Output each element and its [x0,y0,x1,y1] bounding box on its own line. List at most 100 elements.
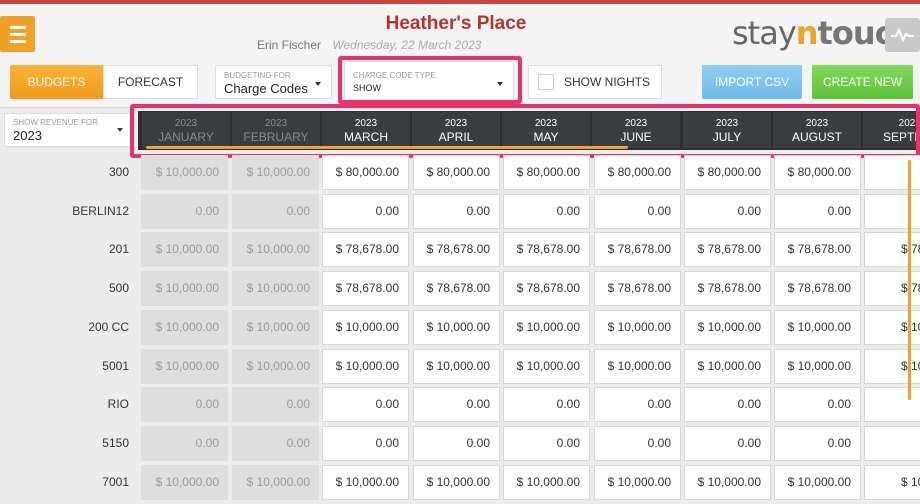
budget-input[interactable]: $ 78,678.00 [774,271,861,307]
month-header-july[interactable]: 2023 JULY [683,112,771,148]
budget-input[interactable]: $ 78,678.00 [322,232,409,268]
budget-input[interactable]: $ 78,678.00 [413,271,500,307]
budget-input[interactable]: 0.00 [774,193,861,229]
budget-input[interactable]: $ 78,678.00 [594,232,681,268]
create-new-button[interactable]: CREATE NEW [812,65,913,99]
budget-input[interactable]: $ 10,000.00 [322,309,409,345]
budget-cell-readonly: $ 10,000.00 [141,464,228,500]
budget-input[interactable]: $ 10,000.00 [684,348,771,384]
month-year: 2023 [444,118,468,129]
month-header-april[interactable]: 2023 APRIL [412,112,500,148]
budget-input[interactable]: $ 78,67 [864,232,920,268]
budget-input[interactable]: 0.00 [503,387,590,423]
month-header-february[interactable]: 2023 FEBRUARY [232,112,320,148]
budget-input[interactable] [864,425,920,461]
budget-input[interactable]: 0.00 [774,425,861,461]
month-header-septen[interactable]: 202SEPTEN [863,112,920,148]
budget-input[interactable]: 0.00 [774,387,861,423]
budget-input[interactable]: $ 80,000.00 [322,155,409,190]
app-header: Heather's Place Erin Fischer Wednesday, … [0,4,920,56]
budget-cell-readonly: $ 10,000.00 [141,271,228,307]
budget-input[interactable]: $ 10,000.00 [774,348,861,384]
budget-input[interactable]: 0.00 [322,387,409,423]
charge-code-type-select[interactable]: CHARGE CODE TYPE SHOW [344,61,514,103]
budget-input[interactable]: $ 10,000.00 [413,348,500,384]
month-name: FEBRUARY [243,130,309,144]
tab-budgets[interactable]: BUDGETS [10,65,103,99]
budget-input[interactable]: 0.00 [684,387,771,423]
budget-input[interactable]: 0.00 [322,193,409,229]
table-row: 201 $ 10,000.00 $ 10,000.00 $ 78,678.00 $ 78… [0,230,920,269]
budget-input[interactable]: $ 78,678.00 [503,232,590,268]
budget-input[interactable]: $ 10,000.00 [503,348,590,384]
month-header-january[interactable]: 2023 JANUARY [142,112,230,148]
horizontal-scrollbar[interactable] [146,146,628,149]
budget-input[interactable]: $ 10,00 [864,464,920,500]
budget-input[interactable] [864,387,920,423]
revenue-year-select[interactable]: SHOW REVENUE FOR 2023 [4,113,132,147]
budget-input[interactable]: $ 78,678.00 [594,271,681,307]
budget-input[interactable]: 0.00 [594,387,681,423]
budget-input[interactable]: $ 10,00 [864,348,920,384]
budget-input[interactable]: 0.00 [684,193,771,229]
budget-input[interactable]: $ 10,000.00 [684,464,771,500]
month-header-march[interactable]: 2023 MARCH [322,112,410,148]
budget-input[interactable]: 0.00 [594,193,681,229]
budget-input[interactable]: $ 10,000.00 [322,348,409,384]
vertical-scrollbar[interactable] [908,160,911,400]
budget-input[interactable]: $ 80,000.00 [774,155,861,190]
budget-input[interactable]: $ 10,000.00 [594,348,681,384]
charge-code-type-label: CHARGE CODE TYPE [353,71,436,80]
budget-input[interactable]: $ 78,678.00 [684,232,771,268]
budget-input[interactable]: $ 80,000.00 [413,155,500,190]
budget-input[interactable]: 0.00 [594,425,681,461]
budget-input[interactable] [864,193,920,229]
budget-input[interactable]: $ 10,000.00 [594,309,681,345]
budget-input[interactable]: 0.00 [322,425,409,461]
budget-input[interactable]: $ 10,000.00 [774,309,861,345]
budget-input[interactable]: $ 80,000.00 [684,155,771,190]
budget-input[interactable]: $ 10,000.00 [503,464,590,500]
budget-input[interactable]: $ 8 [864,155,920,190]
budget-input[interactable]: 0.00 [684,425,771,461]
month-header-may[interactable]: 2023 MAY [502,112,590,148]
month-header-august[interactable]: 2023 AUGUST [773,112,861,148]
budget-input[interactable]: $ 78,678.00 [774,232,861,268]
budget-input[interactable]: $ 78,678.00 [413,232,500,268]
budget-input[interactable]: $ 10,000.00 [684,309,771,345]
month-header-bar: 2023 JANUARY 2023 FEBRUARY 2023 MARCH 2023 APRI… [138,111,920,150]
tab-forecast[interactable]: FORECAST [103,65,198,99]
budget-input[interactable]: $ 80,000.00 [503,155,590,190]
budget-input[interactable]: $ 10,000.00 [413,464,500,500]
budget-input[interactable]: $ 10,000.00 [413,309,500,345]
business-date: Wednesday, 22 March 2023 [332,38,482,52]
table-row: 300 $ 10,000.00 $ 10,000.00 $ 80,000.00 $ 80… [0,153,920,192]
show-nights-checkbox[interactable] [538,74,554,90]
charge-code-label: 5150 [102,435,129,450]
import-csv-button[interactable]: IMPORT CSV [702,65,802,99]
budgeting-for-select[interactable]: BUDGETING FOR Charge Codes [215,65,332,99]
pulse-icon[interactable] [885,18,920,52]
budget-input[interactable]: $ 10,00 [864,309,920,345]
budget-input[interactable]: $ 78,678.00 [322,271,409,307]
budget-input[interactable]: $ 80,000.00 [594,155,681,190]
budget-input[interactable]: 0.00 [413,387,500,423]
toolbar: BUDGETS FORECAST BUDGETING FOR Charge Co… [0,56,920,108]
charge-code-label: 5001 [102,358,129,373]
budget-input[interactable]: 0.00 [503,425,590,461]
budgeting-for-label: BUDGETING FOR [224,71,291,80]
budget-input[interactable]: $ 10,000.00 [503,309,590,345]
show-nights-toggle[interactable]: SHOW NIGHTS [528,65,662,99]
budget-cell-readonly: 0.00 [232,387,319,423]
budget-input[interactable]: 0.00 [503,193,590,229]
budget-input[interactable]: 0.00 [413,193,500,229]
budget-input[interactable]: $ 78,678.00 [503,271,590,307]
budget-input[interactable]: $ 78,678.00 [684,271,771,307]
budget-input[interactable]: $ 10,000.00 [322,464,409,500]
budget-input[interactable]: $ 78,67 [864,271,920,307]
budget-input[interactable]: $ 10,000.00 [774,464,861,500]
month-header-june[interactable]: 2023 JUNE [592,112,680,148]
budget-input[interactable]: 0.00 [413,425,500,461]
month-year: 2023 [715,118,739,129]
budget-input[interactable]: $ 10,000.00 [594,464,681,500]
